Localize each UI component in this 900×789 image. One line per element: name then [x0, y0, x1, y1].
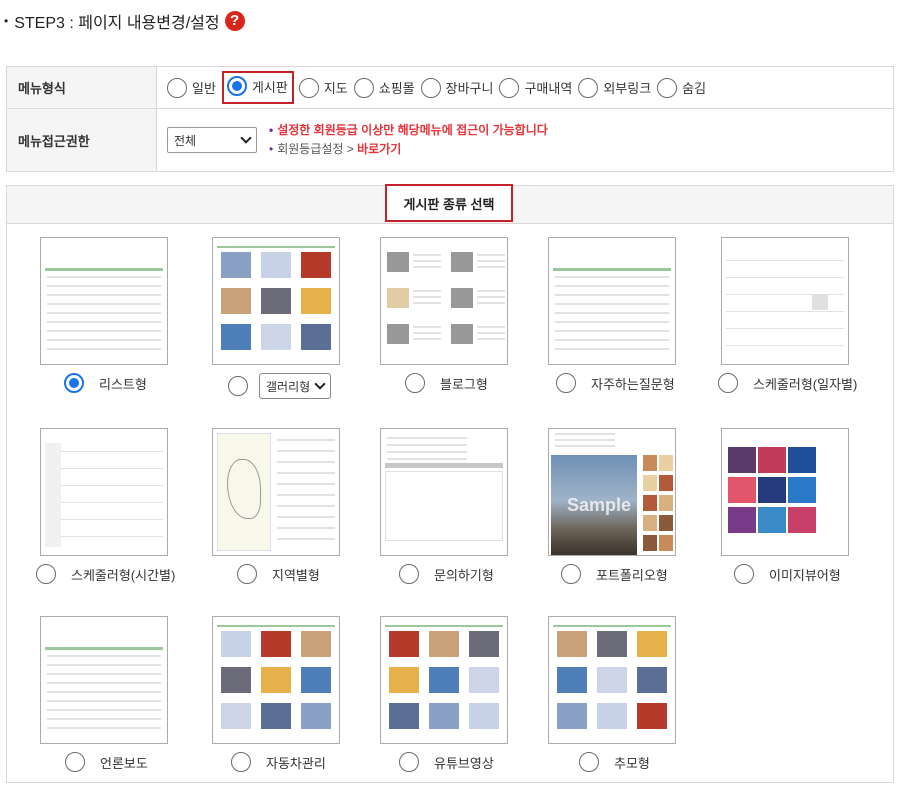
- board-type-thumbnail[interactable]: [40, 237, 168, 365]
- board-type-option[interactable]: 언론보도: [65, 752, 148, 772]
- gallery-type-select[interactable]: 갤러리형: [259, 373, 332, 399]
- radio-circle[interactable]: [399, 752, 419, 772]
- board-type-thumbnail[interactable]: [721, 428, 849, 556]
- board-type-thumbnail[interactable]: [380, 428, 508, 556]
- radio-circle[interactable]: [556, 373, 576, 393]
- menu-type-label: 메뉴형식: [7, 67, 157, 108]
- step-bullet: •: [4, 14, 9, 28]
- board-type-thumbnail[interactable]: [40, 428, 168, 556]
- board-type-label: 리스트형: [99, 376, 147, 392]
- board-type-thumbnail[interactable]: [212, 616, 340, 744]
- board-type-option[interactable]: 유튜브영상: [399, 752, 494, 772]
- radio-circle[interactable]: [561, 564, 581, 584]
- access-content: 전체 • 설정한 회원등급 이상만 해당메뉴에 접근이 가능합니다 • 회원등급설정…: [157, 109, 893, 171]
- menu-type-hidden[interactable]: 숨김: [657, 77, 706, 98]
- menu-type-board-highlight: 게시판: [221, 71, 294, 104]
- board-type-label: 이미지뷰어형: [769, 567, 841, 583]
- board-type-option[interactable]: 자주하는질문형: [556, 373, 675, 393]
- access-row: 메뉴접근권한 전체 • 설정한 회원등급 이상만 해당메뉴에 접근이 가능합니다 …: [7, 109, 893, 171]
- menu-type-cart[interactable]: 장바구니: [420, 77, 493, 98]
- access-label: 메뉴접근권한: [7, 109, 157, 171]
- board-type-label: 스케줄러형(시간별): [71, 567, 176, 583]
- board-type-thumbnail[interactable]: [380, 237, 508, 365]
- board-type-label: 추모형: [614, 755, 650, 771]
- access-select[interactable]: 전체: [167, 127, 257, 153]
- board-type-option[interactable]: 리스트형: [64, 373, 147, 393]
- menu-type-general[interactable]: 일반: [167, 77, 216, 98]
- radio-circle[interactable]: [64, 373, 84, 393]
- menu-type-map[interactable]: 지도: [298, 77, 348, 98]
- radio-circle[interactable]: [420, 77, 441, 98]
- radio-circle[interactable]: [298, 77, 319, 98]
- radio-circle[interactable]: [499, 77, 520, 98]
- board-type-option[interactable]: 블로그형: [405, 373, 488, 393]
- menu-type-board[interactable]: 게시판: [226, 76, 288, 96]
- board-type-option[interactable]: 자동차관리: [231, 752, 326, 772]
- board-type-label: 블로그형: [440, 376, 488, 392]
- access-note-1: • 설정한 회원등급 이상만 해당메뉴에 접근이 가능합니다: [269, 123, 548, 137]
- board-type-header: 게시판 종류 선택: [7, 184, 893, 224]
- board-type-option[interactable]: 지역별형: [237, 564, 320, 584]
- board-type-label: 포트폴리오형: [596, 567, 668, 583]
- menu-type-external-link[interactable]: 외부링크: [578, 77, 651, 98]
- step-title: • STEP3 : 페이지 내용변경/설정 ?: [4, 9, 245, 33]
- radio-circle[interactable]: [657, 77, 678, 98]
- menu-type-row: 메뉴형식 일반 게시판 지도 쇼핑몰 장바구니 구매내역 외부링크 숨김: [7, 67, 893, 109]
- sample-watermark: Sample: [567, 495, 632, 515]
- board-type-thumbnail[interactable]: Sample: [548, 428, 676, 556]
- board-type-label: 스케줄러형(일자별): [753, 376, 858, 392]
- board-type-option[interactable]: 스케줄러형(일자별): [718, 373, 857, 393]
- board-type-label: 자주하는질문형: [591, 376, 675, 392]
- board-type-thumbnail[interactable]: [212, 428, 340, 556]
- board-type-option[interactable]: 포트폴리오형: [561, 564, 668, 584]
- radio-circle[interactable]: [579, 752, 599, 772]
- board-type-label: 문의하기형: [434, 567, 494, 583]
- radio-circle[interactable]: [734, 564, 754, 584]
- board-type-thumbnail[interactable]: [721, 237, 849, 365]
- board-type-label: 지역별형: [272, 567, 320, 583]
- access-note-2: • 회원등급설정 > 바로가기: [269, 142, 402, 156]
- radio-circle[interactable]: [65, 752, 85, 772]
- access-select-value: 전체: [174, 133, 197, 148]
- radio-circle[interactable]: [405, 373, 425, 393]
- radio-circle[interactable]: [399, 564, 419, 584]
- board-type-thumbnail[interactable]: [40, 616, 168, 744]
- access-notes: • 설정한 회원등급 이상만 해당메뉴에 접근이 가능합니다 • 회원등급설정 > …: [269, 121, 548, 159]
- board-type-label: 언론보도: [100, 755, 148, 771]
- board-type-thumbnail[interactable]: [380, 616, 508, 744]
- chevron-down-icon: [240, 132, 252, 144]
- settings-table: 메뉴형식 일반 게시판 지도 쇼핑몰 장바구니 구매내역 외부링크 숨김 메뉴접…: [6, 66, 894, 172]
- radio-circle[interactable]: [167, 77, 187, 98]
- menu-type-orders[interactable]: 구매내역: [499, 77, 572, 98]
- radio-circle[interactable]: [237, 564, 257, 584]
- board-type-option[interactable]: 추모형: [579, 752, 650, 772]
- board-type-label: 유튜브영상: [434, 755, 494, 771]
- menu-type-options: 일반 게시판 지도 쇼핑몰 장바구니 구매내역 외부링크 숨김: [157, 67, 893, 108]
- board-type-option[interactable]: 스케줄러형(시간별): [36, 564, 175, 584]
- radio-circle[interactable]: [226, 76, 247, 96]
- board-type-title: 게시판 종류 선택: [385, 184, 513, 222]
- radio-circle[interactable]: [578, 77, 599, 98]
- board-type-option[interactable]: 문의하기형: [399, 564, 494, 584]
- radio-circle[interactable]: [231, 752, 251, 772]
- menu-type-shop[interactable]: 쇼핑몰: [353, 77, 415, 98]
- radio-circle[interactable]: [718, 373, 738, 393]
- shortcut-link[interactable]: 바로가기: [357, 142, 401, 156]
- question-icon[interactable]: ?: [224, 11, 245, 31]
- board-type-thumbnail[interactable]: [212, 237, 340, 365]
- radio-circle[interactable]: [36, 564, 56, 584]
- board-type-thumbnail[interactable]: [548, 237, 676, 365]
- board-type-option[interactable]: 갤러리형: [228, 373, 332, 399]
- radio-circle[interactable]: [228, 376, 248, 396]
- board-type-thumbnail[interactable]: [548, 616, 676, 744]
- chevron-down-icon: [314, 378, 326, 390]
- radio-circle[interactable]: [353, 77, 374, 98]
- board-type-option[interactable]: 이미지뷰어형: [734, 564, 841, 584]
- gallery-type-select-value: 갤러리형: [266, 379, 311, 394]
- board-type-label: 자동차관리: [266, 755, 326, 771]
- step-title-text: STEP3 : 페이지 내용변경/설정: [14, 15, 220, 32]
